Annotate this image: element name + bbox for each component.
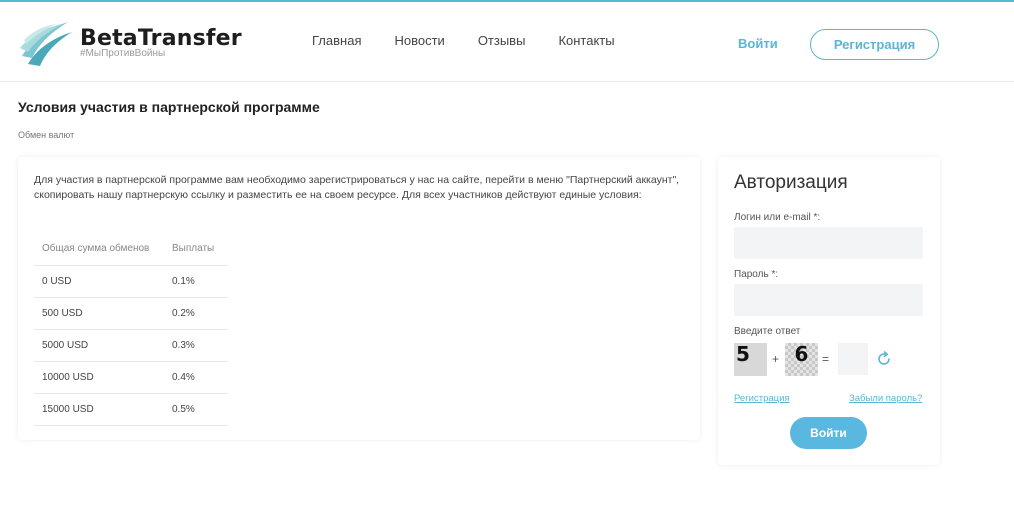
- auth-title: Авторизация: [734, 172, 848, 193]
- cell-total: 10000 USD: [34, 361, 164, 394]
- partner-conditions-card: Для участия в партнерской программе вам …: [18, 157, 700, 440]
- cell-payout: 0.2%: [164, 297, 228, 330]
- cell-total: 15000 USD: [34, 393, 164, 426]
- login-submit-button[interactable]: Войти: [790, 417, 867, 449]
- cell-total: 0 USD: [34, 265, 164, 298]
- nav-item-home[interactable]: Главная: [312, 33, 361, 48]
- table-row: 15000 USD 0.5%: [34, 393, 228, 426]
- captcha-digit-b: 6: [785, 343, 818, 376]
- captcha-digit-a: 5: [734, 343, 767, 376]
- cell-payout: 0.3%: [164, 329, 228, 362]
- cell-payout: 0.1%: [164, 265, 228, 298]
- table-row: 5000 USD 0.3%: [34, 329, 228, 362]
- refresh-icon[interactable]: [876, 351, 892, 367]
- forgot-password-link[interactable]: Забыли пароль?: [849, 393, 922, 404]
- password-input[interactable]: [734, 284, 923, 316]
- captcha-answer-input[interactable]: [838, 343, 868, 375]
- table-row: 10000 USD 0.4%: [34, 361, 228, 394]
- page-title: Условия участия в партнерской программе: [18, 99, 320, 115]
- nav-item-news[interactable]: Новости: [394, 33, 444, 48]
- table-header-row: Общая сумма обменов Выплаты: [34, 233, 228, 266]
- auth-register-link[interactable]: Регистрация: [734, 393, 790, 404]
- captcha-equals: =: [822, 352, 830, 366]
- nav-item-reviews[interactable]: Отзывы: [478, 33, 526, 48]
- site-header: BetaTransfer #МыПротивВойны Главная Ново…: [0, 2, 1014, 82]
- main-nav: Главная Новости Отзывы Контакты: [312, 33, 648, 48]
- cell-total: 500 USD: [34, 297, 164, 330]
- nav-item-contacts[interactable]: Контакты: [558, 33, 614, 48]
- login-field-label: Логин или e-mail *:: [734, 212, 821, 223]
- header-login-link[interactable]: Войти: [738, 36, 778, 51]
- column-header-payout: Выплаты: [164, 233, 228, 266]
- logo[interactable]: BetaTransfer #МыПротивВойны: [18, 18, 242, 70]
- partner-intro-text: Для участия в партнерской программе вам …: [34, 174, 680, 201]
- payout-rates-table: Общая сумма обменов Выплаты 0 USD 0.1% 5…: [34, 233, 228, 426]
- table-row: 0 USD 0.1%: [34, 265, 228, 298]
- table-row: 500 USD 0.2%: [34, 297, 228, 330]
- cell-total: 5000 USD: [34, 329, 164, 362]
- header-register-button[interactable]: Регистрация: [810, 29, 939, 60]
- column-header-total: Общая сумма обменов: [34, 233, 164, 266]
- logo-swoosh-icon: [20, 22, 72, 66]
- login-input[interactable]: [734, 227, 923, 259]
- cell-payout: 0.5%: [164, 393, 228, 426]
- breadcrumb[interactable]: Обмен валют: [18, 130, 74, 140]
- cell-payout: 0.4%: [164, 361, 228, 394]
- password-field-label: Пароль *:: [734, 269, 779, 280]
- captcha-label: Введите ответ: [734, 326, 801, 337]
- brand-tagline: #МыПротивВойны: [80, 48, 166, 59]
- auth-panel: Авторизация Логин или e-mail *: Пароль *…: [718, 157, 940, 465]
- captcha-plus: +: [772, 352, 780, 366]
